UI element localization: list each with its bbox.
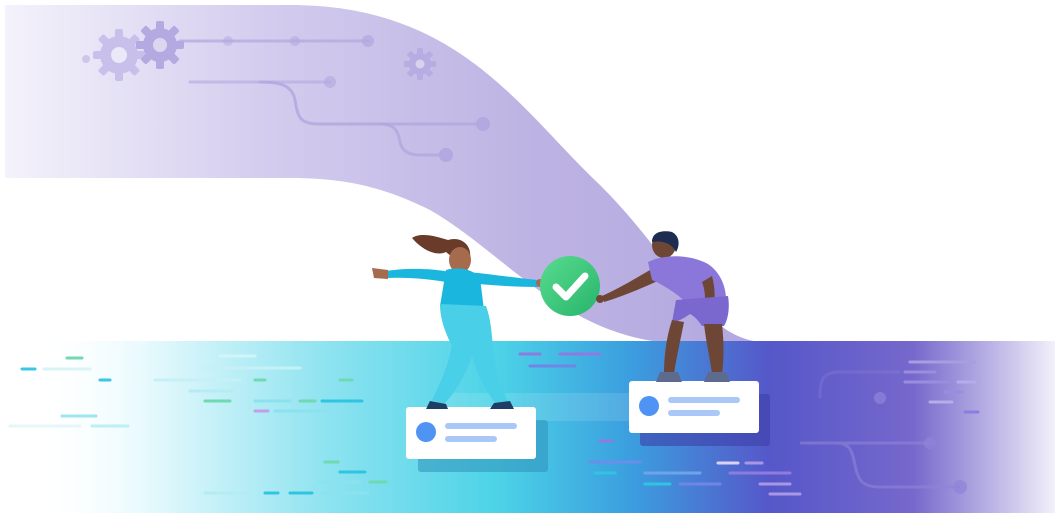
illustration-canvas xyxy=(0,0,1055,513)
check-icon xyxy=(540,256,600,316)
card-right xyxy=(629,381,770,446)
card-left xyxy=(406,407,548,472)
gear-icon xyxy=(404,48,436,80)
illustration-svg xyxy=(5,5,1055,513)
gear-icon xyxy=(93,29,145,81)
avatar-dot-icon xyxy=(639,396,659,416)
gear-icon xyxy=(136,21,184,69)
avatar-dot-icon xyxy=(416,422,436,442)
